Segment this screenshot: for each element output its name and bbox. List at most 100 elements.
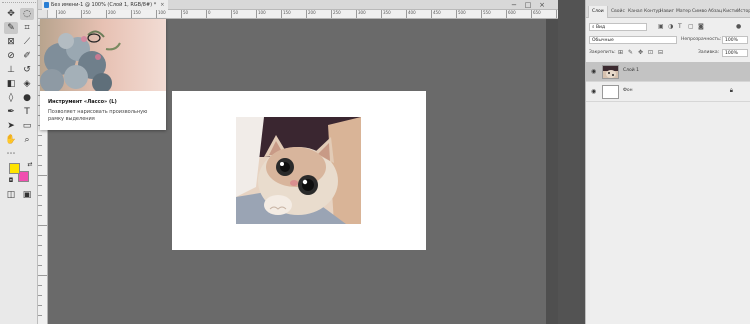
visibility-eye-icon[interactable]: ◉ bbox=[591, 68, 596, 75]
document-tab-bar: Без имени-1 @ 100% (Слой 1, RGB/8#) * × … bbox=[38, 0, 558, 10]
layer-thumbnail bbox=[602, 85, 619, 99]
panel-dock-gap bbox=[558, 0, 585, 324]
opacity-label: Непрозрачность: bbox=[681, 37, 722, 42]
pixel-filter-icon[interactable]: ▣ bbox=[658, 23, 664, 31]
eraser-tool-icon[interactable]: ◧ bbox=[4, 78, 18, 90]
ruler-tick bbox=[38, 215, 42, 216]
ruler-tick-label: 500 bbox=[456, 10, 466, 18]
lock-icon[interactable]: 🔒︎ bbox=[730, 87, 733, 95]
lock-pixels-icon[interactable]: ✎ bbox=[628, 49, 633, 57]
ruler-tick-label: 100 bbox=[256, 10, 266, 18]
eyedropper-tool-icon[interactable]: ⟋ bbox=[20, 36, 34, 48]
tab-navigator[interactable]: Навиг bbox=[660, 6, 674, 18]
close-tab-icon[interactable]: × bbox=[160, 2, 164, 8]
default-colors-icon[interactable]: ◘ bbox=[4, 175, 18, 187]
ruler-tick-label: 200 bbox=[306, 10, 316, 18]
zoom-tool-icon[interactable]: ⌕ bbox=[20, 134, 34, 146]
ruler-origin[interactable] bbox=[38, 10, 48, 19]
brush-tool-icon[interactable]: ✎ bbox=[4, 22, 18, 34]
screen-mode-icon[interactable]: ▣ bbox=[20, 189, 34, 201]
smart-object-filter-icon[interactable]: ◙ bbox=[698, 23, 704, 31]
tab-paths[interactable]: Контур bbox=[644, 6, 661, 18]
tab-brushes[interactable]: Кисти bbox=[723, 6, 737, 18]
layers-panel: Слои Свойс Канал Контур Навиг Матер Симв… bbox=[585, 0, 750, 324]
lock-transparency-icon[interactable]: ⊞ bbox=[618, 49, 623, 57]
move-tool-icon[interactable]: ✥ bbox=[4, 8, 18, 20]
path-select-tool-icon[interactable]: ➤ bbox=[4, 120, 18, 132]
lasso-tool-icon[interactable]: ◌ bbox=[20, 8, 34, 20]
tab-properties[interactable]: Свойс bbox=[611, 6, 625, 18]
type-tool-icon[interactable]: T bbox=[20, 106, 34, 118]
hand-tool-icon[interactable]: ✋ bbox=[4, 134, 18, 146]
vertical-scrollbar[interactable] bbox=[546, 19, 558, 324]
close-window-icon[interactable]: × bbox=[536, 0, 548, 10]
stamp-tool-icon[interactable]: ⊥ bbox=[4, 64, 18, 76]
filter-toggle-icon[interactable]: ● bbox=[736, 23, 741, 31]
lock-position-icon[interactable]: ✥ bbox=[638, 49, 643, 57]
blend-row: Обычные Непрозрачность: 100% bbox=[586, 35, 750, 46]
visibility-eye-icon[interactable]: ◉ bbox=[591, 88, 596, 95]
ruler-tick-label: 100 bbox=[156, 10, 166, 18]
edit-toolbar-icon[interactable]: ⋯ bbox=[4, 148, 18, 160]
ruler-tick-label: 50 bbox=[231, 10, 238, 18]
tab-layers[interactable]: Слои bbox=[588, 6, 608, 18]
fill-label: Заливка: bbox=[698, 50, 720, 55]
ruler-tick-label: 250 bbox=[81, 10, 91, 18]
lock-artboard-icon[interactable]: ⊡ bbox=[648, 49, 653, 57]
tab-channels[interactable]: Канал bbox=[628, 6, 643, 18]
layer-name[interactable]: Слой 1 bbox=[623, 68, 639, 73]
swap-colors-icon[interactable]: ⇄ bbox=[23, 159, 37, 171]
fill-value: 100% bbox=[725, 51, 738, 56]
rectangle-tool-icon[interactable]: ▭ bbox=[20, 120, 34, 132]
lock-label: Закрепить: bbox=[589, 50, 616, 55]
blur-tool-icon[interactable]: ◊ bbox=[4, 92, 18, 104]
document-tab[interactable]: Без имени-1 @ 100% (Слой 1, RGB/8#) * × bbox=[42, 0, 169, 10]
panel-tab-strip: Слои Свойс Канал Контур Навиг Матер Симв… bbox=[586, 0, 750, 18]
ruler-tick bbox=[38, 295, 42, 296]
ruler-tick-label: 150 bbox=[131, 10, 141, 18]
tab-paragraph[interactable]: Абзац bbox=[708, 6, 722, 18]
minimize-icon[interactable]: − bbox=[508, 0, 520, 10]
layer-row-layer1[interactable]: ◉ Слой 1 bbox=[586, 62, 750, 82]
opacity-input[interactable]: 100% bbox=[722, 36, 748, 44]
healing-tool-icon[interactable]: ⊘ bbox=[4, 50, 18, 62]
frame-tool-icon[interactable]: ⊠ bbox=[4, 36, 18, 48]
foreground-color-swatch[interactable] bbox=[9, 163, 20, 174]
ruler-tick bbox=[38, 275, 47, 276]
ruler-tick bbox=[38, 245, 42, 246]
history-brush-icon[interactable]: ↺ bbox=[20, 64, 34, 76]
horizontal-ruler[interactable]: 300 250 200 150 100 50 0 50 100 150 200 250 300 350 40… bbox=[48, 10, 558, 19]
flower-preview bbox=[40, 19, 166, 91]
bucket-tool-icon[interactable]: ◈ bbox=[20, 78, 34, 90]
crop-tool-icon[interactable]: ⌗ bbox=[20, 22, 34, 34]
ruler-tick-label: 300 bbox=[356, 10, 366, 18]
ruler-tick bbox=[38, 285, 42, 286]
fill-input[interactable]: 100% bbox=[722, 49, 748, 57]
kitten-photo[interactable] bbox=[236, 117, 361, 224]
layer-row-background[interactable]: ◉ Фон 🔒︎ bbox=[586, 82, 750, 102]
ruler-tick bbox=[38, 225, 47, 226]
blend-mode-select[interactable]: Обычные bbox=[589, 36, 677, 44]
tab-character[interactable]: Симво bbox=[692, 6, 707, 18]
pencil-tool-icon[interactable]: ✐ bbox=[20, 50, 34, 62]
layer-name[interactable]: Фон bbox=[623, 88, 633, 93]
toolbar-grip[interactable] bbox=[2, 2, 36, 4]
ruler-tick-label: 550 bbox=[481, 10, 491, 18]
layer-thumbnail bbox=[602, 65, 619, 79]
tooltip-description: Позволяет нарисовать произвольную рамку … bbox=[48, 109, 148, 122]
ruler-tick-label: 400 bbox=[406, 10, 416, 18]
pen-tool-icon[interactable]: ✒ bbox=[4, 106, 18, 118]
tab-materials[interactable]: Матер bbox=[676, 6, 691, 18]
type-filter-icon[interactable]: T bbox=[678, 23, 682, 31]
layer-filter-select[interactable]: ⌕ Вид bbox=[589, 23, 647, 31]
shape-filter-icon[interactable]: ▢ bbox=[688, 23, 694, 31]
layer-filter-label: Вид bbox=[595, 25, 606, 30]
lock-all-icon[interactable]: ⊟ bbox=[658, 49, 663, 57]
tab-history[interactable]: Истор bbox=[737, 6, 750, 18]
adjustment-filter-icon[interactable]: ◑ bbox=[668, 23, 673, 31]
ruler-tick bbox=[38, 305, 42, 306]
quick-mask-icon[interactable]: ◫ bbox=[4, 189, 18, 201]
maximize-icon[interactable]: □ bbox=[522, 0, 534, 10]
dodge-tool-icon[interactable]: ● bbox=[20, 92, 34, 104]
lasso-tooltip: Инструмент «Лассо» (L) Позволяет нарисов… bbox=[40, 19, 166, 130]
